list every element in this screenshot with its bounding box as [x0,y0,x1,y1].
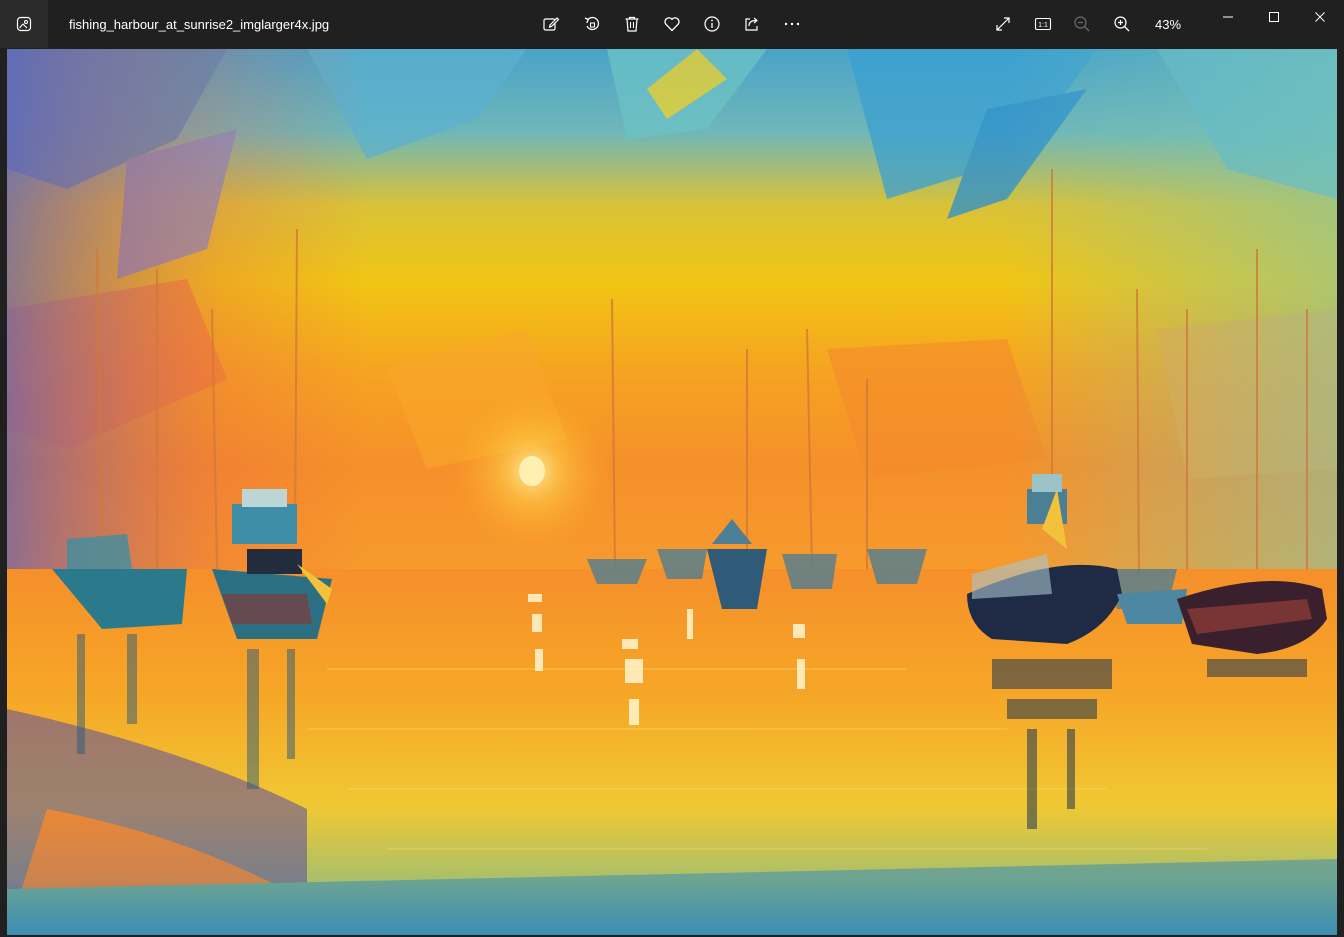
actual-size-label: 1:1 [1038,22,1048,29]
maximize-button[interactable] [1251,0,1297,34]
title-bar: fishing_harbour_at_sunrise2_imglarger4x.… [0,0,1344,48]
delete-button[interactable] [616,8,648,40]
favorite-icon [664,17,680,32]
fullscreen-button[interactable] [987,8,1019,40]
minimize-icon [1223,16,1233,18]
actual-size-icon: 1:1 [1034,17,1052,31]
photos-app-window: fishing_harbour_at_sunrise2_imglarger4x.… [0,0,1344,937]
share-button[interactable] [736,8,768,40]
zoom-in-icon [1114,16,1130,32]
zoom-out-icon [1074,16,1090,32]
edit-icon [543,17,560,31]
favorite-button[interactable] [656,8,688,40]
file-info-button[interactable] [696,8,728,40]
photos-logo-icon [16,16,32,32]
harbour-painting-image [7,49,1337,935]
share-icon [745,17,758,31]
file-name-title: fishing_harbour_at_sunrise2_imglarger4x.… [69,17,330,32]
maximize-icon [1269,12,1279,22]
zoom-in-button[interactable] [1106,8,1138,40]
edit-button[interactable] [535,8,567,40]
rotate-icon [584,16,600,31]
close-icon [1315,12,1325,22]
info-icon [704,16,720,32]
fullscreen-icon [996,17,1010,31]
photos-app-icon[interactable] [0,0,48,48]
image-viewport[interactable] [7,49,1337,935]
more-options-button[interactable] [776,8,808,40]
zoom-out-button[interactable] [1066,8,1098,40]
delete-icon [625,16,639,32]
zoom-level[interactable]: 43% [1148,0,1188,48]
minimize-button[interactable] [1205,0,1251,34]
close-button[interactable] [1297,0,1343,34]
more-icon [784,22,800,26]
actual-size-button[interactable]: 1:1 [1027,8,1059,40]
rotate-button[interactable] [576,8,608,40]
